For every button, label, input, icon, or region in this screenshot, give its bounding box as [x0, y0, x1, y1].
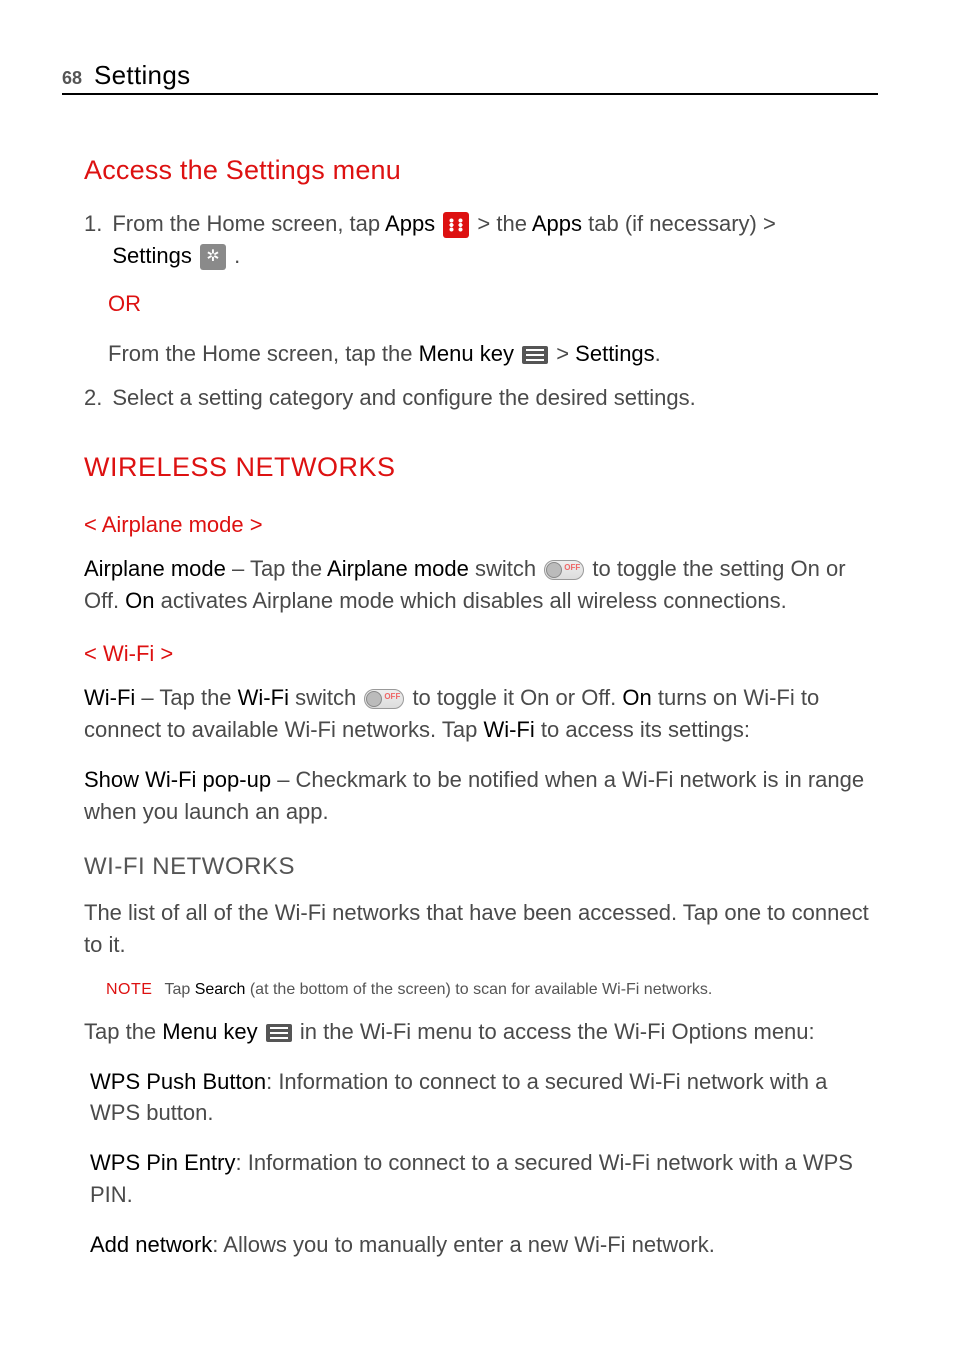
text: . — [655, 341, 661, 366]
heading-wifi: < Wi-Fi > — [84, 638, 872, 670]
text: to access its settings: — [535, 717, 750, 742]
text: in the Wi-Fi menu to access the Wi-Fi Op… — [294, 1019, 815, 1044]
show-wifi-popup-label: Show Wi-Fi pop-up — [84, 767, 271, 792]
wifi-label: Wi-Fi — [84, 685, 135, 710]
heading-access-settings: Access the Settings menu — [84, 151, 872, 190]
text: > the — [471, 211, 532, 236]
on-label: On — [622, 685, 651, 710]
menu-icon — [522, 346, 548, 364]
text: From the Home screen, tap the — [108, 341, 419, 366]
wifi-label: Wi-Fi — [483, 717, 534, 742]
heading-wireless-networks: WIRELESS NETWORKS — [84, 448, 872, 487]
text: Tap the — [84, 1019, 162, 1044]
apps-icon — [443, 212, 469, 238]
text: to toggle it On or Off. — [406, 685, 622, 710]
text: Tap — [164, 981, 194, 998]
wifi-description: Wi-Fi – Tap the Wi-Fi switch to toggle i… — [84, 682, 872, 746]
airplane-mode-label: Airplane mode — [327, 556, 469, 581]
option-add-network: Add network: Allows you to manually ente… — [90, 1229, 872, 1261]
text: (at the bottom of the screen) to scan fo… — [245, 981, 712, 998]
or-divider: OR — [108, 288, 872, 320]
option-wps-push: WPS Push Button: Information to connect … — [90, 1066, 872, 1130]
step-1b: From the Home screen, tap the Menu key >… — [108, 338, 872, 370]
text: tab (if necessary) > — [582, 211, 776, 236]
step-number: 2. — [84, 382, 102, 414]
wps-push-button-label: WPS Push Button — [90, 1069, 266, 1094]
page-title: Settings — [94, 60, 190, 91]
step-number: 1. — [84, 208, 102, 272]
wifi-label: Wi-Fi — [238, 685, 289, 710]
step-1: 1. From the Home screen, tap Apps > the … — [84, 208, 872, 272]
settings-icon: ✲ — [200, 244, 226, 270]
on-label: On — [125, 588, 154, 613]
text: switch — [289, 685, 362, 710]
heading-wifi-networks-sub: WI-FI NETWORKS — [84, 850, 872, 885]
add-network-label: Add network — [90, 1232, 212, 1257]
text: – Tap the — [135, 685, 237, 710]
airplane-mode-description: Airplane mode – Tap the Airplane mode sw… — [84, 553, 872, 617]
airplane-mode-label: Airplane mode — [84, 556, 226, 581]
wps-pin-entry-label: WPS Pin Entry — [90, 1150, 235, 1175]
note-text: Tap Search (at the bottom of the screen)… — [164, 978, 712, 1001]
wifi-networks-description: The list of all of the Wi-Fi networks th… — [84, 897, 872, 961]
page-header: 68 Settings — [62, 60, 878, 95]
page-content: Access the Settings menu 1. From the Hom… — [62, 151, 878, 1261]
option-wps-pin: WPS Pin Entry: Information to connect to… — [90, 1147, 872, 1211]
search-label: Search — [195, 981, 246, 998]
text: . — [228, 243, 240, 268]
note-row: NOTE Tap Search (at the bottom of the sc… — [106, 978, 872, 1001]
heading-airplane-mode: < Airplane mode > — [84, 509, 872, 541]
note-label: NOTE — [106, 978, 152, 1001]
wifi-menu-intro: Tap the Menu key in the Wi-Fi menu to ac… — [84, 1016, 872, 1048]
settings-label: Settings — [575, 341, 655, 366]
step-1-text: From the Home screen, tap Apps > the App… — [112, 208, 775, 272]
text: : Allows you to manually enter a new Wi-… — [212, 1232, 715, 1257]
toggle-switch-icon — [544, 560, 584, 580]
menu-key-label: Menu key — [419, 341, 514, 366]
step-2-text: Select a setting category and configure … — [112, 382, 695, 414]
text: > — [550, 341, 575, 366]
step-2: 2. Select a setting category and configu… — [84, 382, 872, 414]
menu-key-label: Menu key — [162, 1019, 257, 1044]
settings-label: Settings — [112, 243, 192, 268]
wifi-popup-description: Show Wi-Fi pop-up – Checkmark to be noti… — [84, 764, 872, 828]
page-number: 68 — [62, 68, 82, 89]
text: – Tap the — [226, 556, 327, 581]
text: activates Airplane mode which disables a… — [155, 588, 787, 613]
apps-label: Apps — [385, 211, 435, 236]
text: From the Home screen, tap — [112, 211, 385, 236]
apps-tab-label: Apps — [532, 211, 582, 236]
page: 68 Settings Access the Settings menu 1. … — [0, 0, 954, 1319]
toggle-switch-icon — [364, 689, 404, 709]
text: switch — [469, 556, 542, 581]
menu-icon — [266, 1024, 292, 1042]
